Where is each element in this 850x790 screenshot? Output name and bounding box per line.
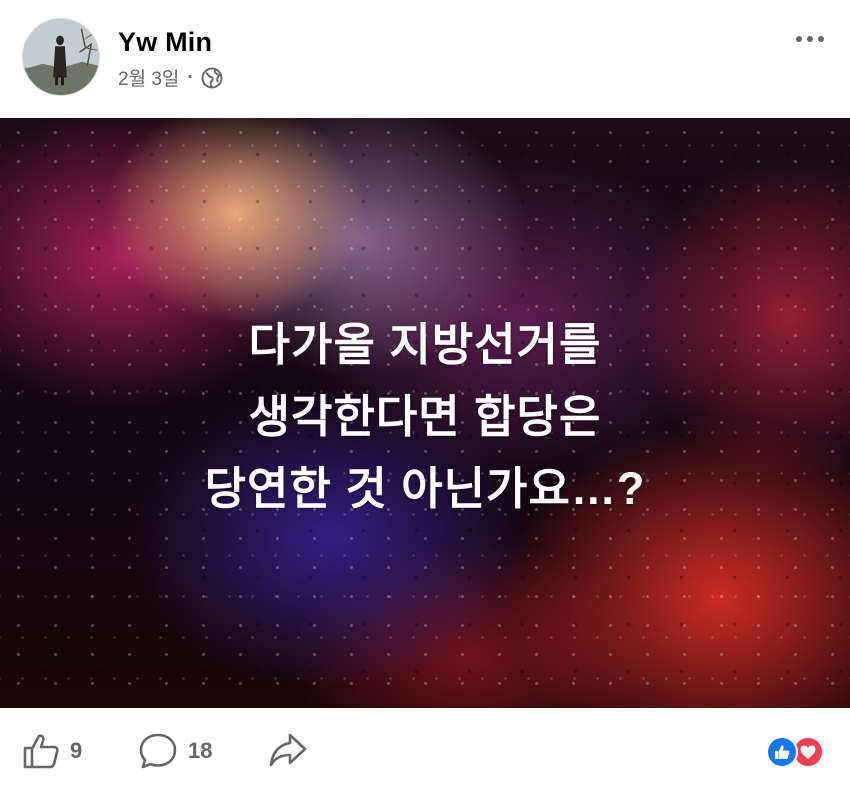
meta-separator: · [187, 66, 194, 88]
like-button[interactable]: 9 [22, 732, 82, 770]
post-image[interactable]: 다가올 지방선거를 생각한다면 합당은 당연한 것 아닌가요…? [0, 118, 850, 708]
like-reaction-icon [766, 736, 798, 768]
thumbs-up-icon [23, 734, 59, 769]
like-count: 9 [70, 738, 83, 763]
globe-icon[interactable] [201, 67, 223, 89]
image-text-line-3: 당연한 것 아닌가요…? [204, 463, 646, 514]
post-date[interactable]: 2월 3일 [118, 64, 179, 91]
image-text-line-1: 다가올 지방선거를 [248, 319, 602, 370]
post-actions: 9 18 [0, 708, 850, 790]
more-dot [796, 36, 802, 42]
share-button[interactable] [268, 732, 308, 768]
comment-bubble-icon [139, 733, 177, 769]
more-options-icon[interactable] [796, 36, 824, 42]
more-dot [818, 36, 824, 42]
post-header: Yw Min 2월 3일 · [0, 0, 850, 118]
comment-count: 18 [188, 738, 213, 763]
avatar-photo [23, 19, 99, 95]
post-meta: 2월 3일 · [118, 64, 223, 91]
reaction-summary[interactable] [766, 736, 830, 768]
comment-button[interactable]: 18 [138, 732, 212, 770]
more-dot [807, 36, 813, 42]
avatar[interactable] [22, 18, 100, 96]
share-arrow-icon [269, 733, 307, 767]
image-text-line-2: 생각한다면 합당은 [248, 391, 602, 442]
author-name[interactable]: Yw Min [118, 27, 212, 58]
